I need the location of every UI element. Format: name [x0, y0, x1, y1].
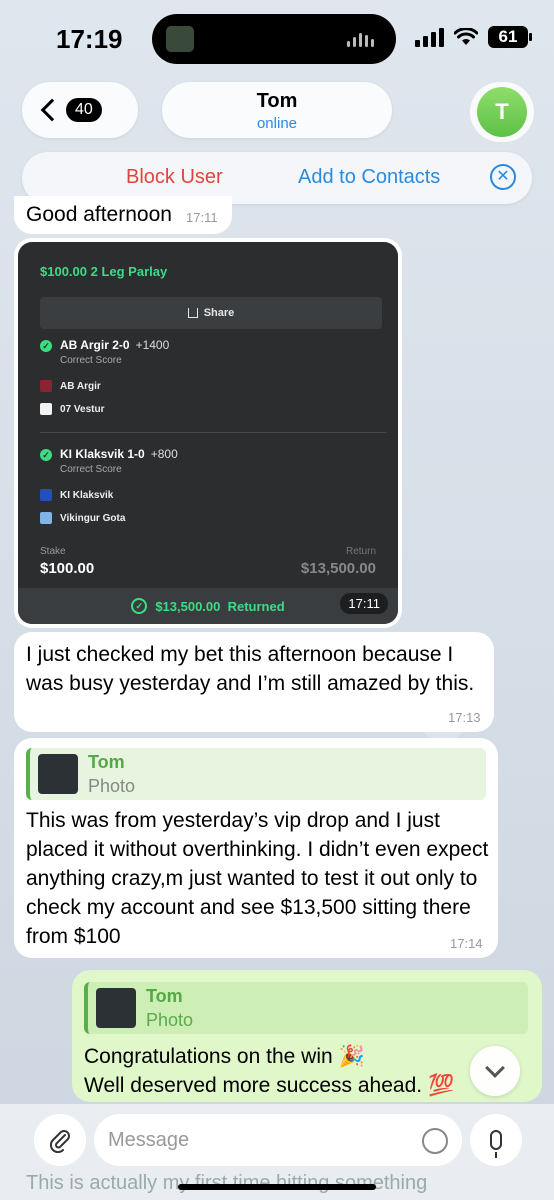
shirt-icon — [40, 380, 52, 392]
leg-name: AB Argir 2-0 +1400 — [60, 338, 170, 352]
leg-type: Correct Score — [60, 355, 122, 366]
message-time: 17:14 — [450, 936, 483, 951]
return-value: $13,500.00 — [300, 560, 376, 577]
return-label: Return — [345, 546, 376, 557]
chat-title[interactable]: Tom online — [162, 82, 392, 138]
check-circle-icon: ✓ — [131, 598, 148, 614]
check-icon: ✓ — [40, 449, 52, 461]
shirt-icon — [40, 403, 52, 415]
message-bubble[interactable]: Good afternoon 17:11 — [14, 196, 232, 234]
reply-name: Tom — [88, 752, 125, 772]
message-bubble[interactable]: Tom Photo This was from yesterday’s vip … — [14, 738, 498, 958]
photo-time: 17:11 — [340, 593, 388, 614]
chevron-left-icon — [40, 98, 64, 122]
close-icon[interactable]: ✕ — [490, 164, 516, 190]
chevron-down-icon — [485, 1058, 505, 1078]
shirt-icon — [40, 512, 52, 524]
message-bubble-outgoing[interactable]: Tom Photo Congratulations on the win 🎉 W… — [72, 970, 542, 1102]
leg-name: KI Klaksvik 1-0 +800 — [60, 447, 178, 461]
contact-name: Tom — [256, 90, 298, 112]
reply-preview[interactable]: Tom Photo — [26, 748, 486, 800]
shirt-icon — [40, 489, 52, 501]
dynamic-island[interactable] — [152, 14, 396, 64]
share-label: Share — [203, 307, 235, 319]
team-name: KI Klaksvik — [60, 490, 114, 501]
team-name: AB Argir — [60, 381, 101, 392]
paperclip-icon — [49, 1130, 70, 1153]
bet-title: $100.00 2 Leg Parlay — [40, 264, 168, 279]
scroll-down-button[interactable] — [470, 1046, 520, 1096]
stake-label: Stake — [40, 546, 66, 557]
block-user-button[interactable]: Block User — [126, 166, 223, 189]
reply-name: Tom — [146, 986, 183, 1006]
reply-thumbnail — [96, 988, 136, 1028]
team-name: 07 Vestur — [60, 404, 105, 415]
message-time: 17:13 — [448, 710, 481, 725]
reply-thumbnail — [38, 754, 78, 794]
bet-slip-image: $100.00 2 Leg Parlay Share ✓ AB Argir 2-… — [18, 242, 398, 624]
battery-icon: 61 — [488, 26, 532, 48]
status-bar: 17:19 61 — [0, 0, 554, 78]
cellular-signal-icon — [415, 27, 444, 47]
add-to-contacts-button[interactable]: Add to Contacts — [298, 166, 440, 189]
sticker-icon[interactable] — [422, 1128, 448, 1154]
avatar-button[interactable]: T — [470, 82, 534, 142]
attach-button[interactable] — [34, 1114, 86, 1166]
divider — [40, 432, 386, 433]
wifi-icon — [454, 28, 478, 45]
check-icon: ✓ — [40, 340, 52, 352]
returned-label: $13,500.00 Returned — [155, 598, 285, 614]
back-button[interactable]: 40 — [22, 82, 138, 138]
message-input[interactable] — [94, 1114, 462, 1166]
stake-value: $100.00 — [40, 560, 95, 577]
team-name: Vikingur Gota — [60, 513, 126, 524]
audio-wave-icon — [347, 33, 374, 47]
media-thumbnail-icon — [166, 26, 194, 52]
photo-message[interactable]: $100.00 2 Leg Parlay Share ✓ AB Argir 2-… — [14, 238, 402, 628]
message-time: 17:11 — [186, 210, 218, 225]
message-text: I just checked my bet this afternoon bec… — [26, 643, 475, 695]
status-time: 17:19 — [56, 24, 123, 54]
message-text: Good afternoon — [26, 203, 172, 226]
message-text: Congratulations on the win 🎉 Well deserv… — [84, 1045, 455, 1097]
message-bubble[interactable]: I just checked my bet this afternoon bec… — [14, 632, 494, 732]
reply-preview[interactable]: Tom Photo — [84, 982, 528, 1034]
reply-subtitle: Photo — [146, 1010, 194, 1030]
home-indicator — [178, 1184, 376, 1190]
microphone-icon — [490, 1130, 502, 1158]
avatar: T — [477, 87, 527, 137]
message-text: This was from yesterday’s vip drop and I… — [26, 809, 489, 948]
status-icons: 61 — [415, 26, 532, 48]
leg-type: Correct Score — [60, 464, 122, 475]
unread-count-badge: 40 — [66, 98, 102, 122]
share-bar: Share — [40, 297, 382, 329]
reply-subtitle: Photo — [88, 776, 136, 796]
share-icon — [187, 308, 198, 318]
microphone-button[interactable] — [470, 1114, 522, 1166]
contact-status: online — [256, 115, 298, 132]
